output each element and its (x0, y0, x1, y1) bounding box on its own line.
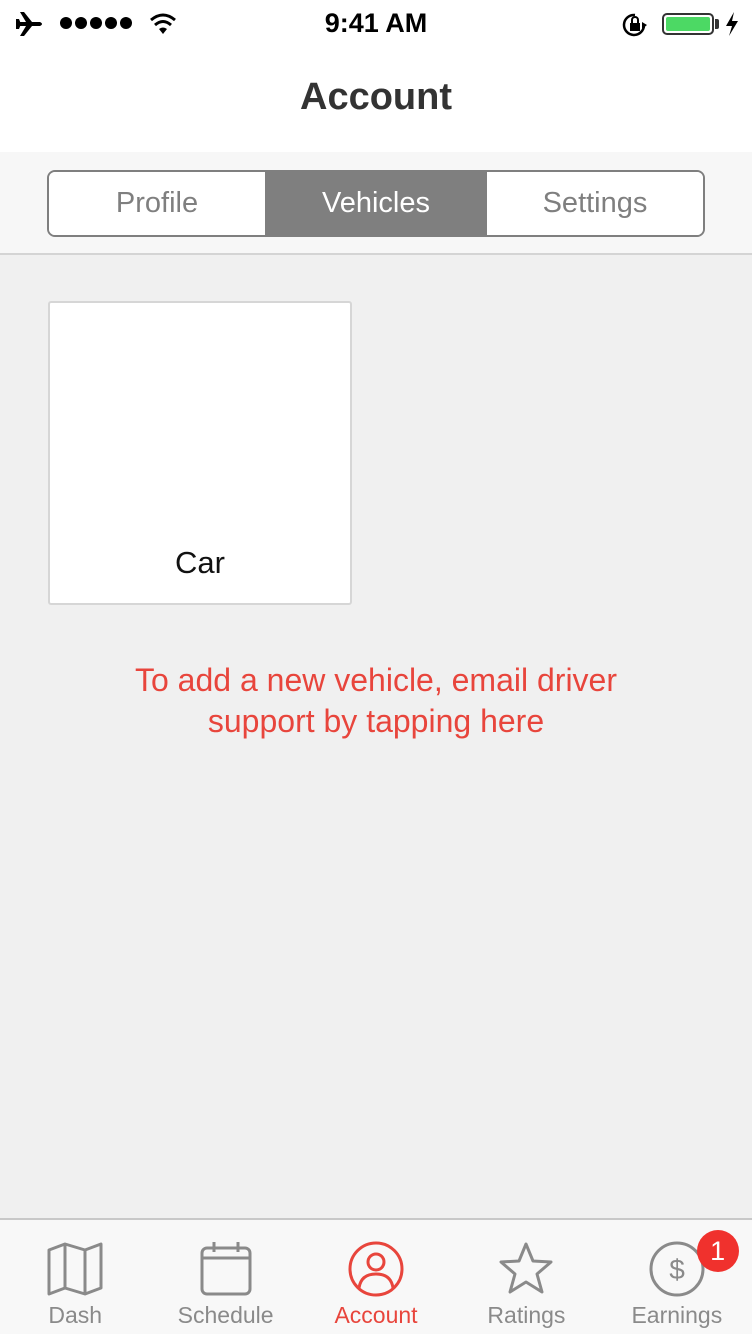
segment-area: Profile Vehicles Settings (0, 152, 752, 255)
charging-bolt-icon (726, 12, 738, 36)
battery-icon (662, 13, 714, 35)
tab-earnings[interactable]: $ Earnings 1 (602, 1220, 752, 1334)
notification-badge: 1 (696, 1230, 739, 1272)
navigation-bar: Account (0, 48, 752, 152)
add-vehicle-line-1: To add a new vehicle, email driver (134, 662, 617, 698)
tab-label: Ratings (487, 1302, 566, 1328)
status-bar: 9:41 AM (0, 0, 752, 48)
segment-settings[interactable]: Settings (487, 172, 703, 235)
tab-label: Dash (48, 1302, 103, 1328)
vehicle-name: Car (175, 545, 225, 580)
vehicle-card[interactable]: Car (48, 301, 352, 605)
svg-text:$: $ (669, 1254, 685, 1285)
add-vehicle-line-2: support by tapping here (207, 703, 545, 739)
map-icon (47, 1242, 103, 1296)
tab-label: Schedule (177, 1302, 274, 1328)
tab-dash[interactable]: Dash (0, 1220, 150, 1334)
segmented-control: Profile Vehicles Settings (47, 170, 705, 237)
orientation-lock-icon (622, 13, 647, 37)
tab-label: Account (334, 1302, 418, 1328)
tab-schedule[interactable]: Schedule (150, 1220, 300, 1334)
segment-vehicles[interactable]: Vehicles (265, 172, 487, 235)
user-circle-icon (348, 1241, 404, 1297)
tab-account[interactable]: Account (301, 1220, 451, 1334)
add-vehicle-email-link[interactable]: To add a new vehicle, email driver suppo… (0, 660, 752, 742)
calendar-icon (200, 1242, 252, 1296)
tab-bar: Dash Schedule Account Ratings $ Earnings… (0, 1218, 752, 1334)
segment-profile[interactable]: Profile (49, 172, 265, 235)
tab-ratings[interactable]: Ratings (451, 1220, 601, 1334)
page-title: Account (300, 76, 452, 118)
battery-nub (715, 19, 719, 29)
tab-label: Earnings (631, 1302, 723, 1328)
star-icon (499, 1242, 553, 1294)
